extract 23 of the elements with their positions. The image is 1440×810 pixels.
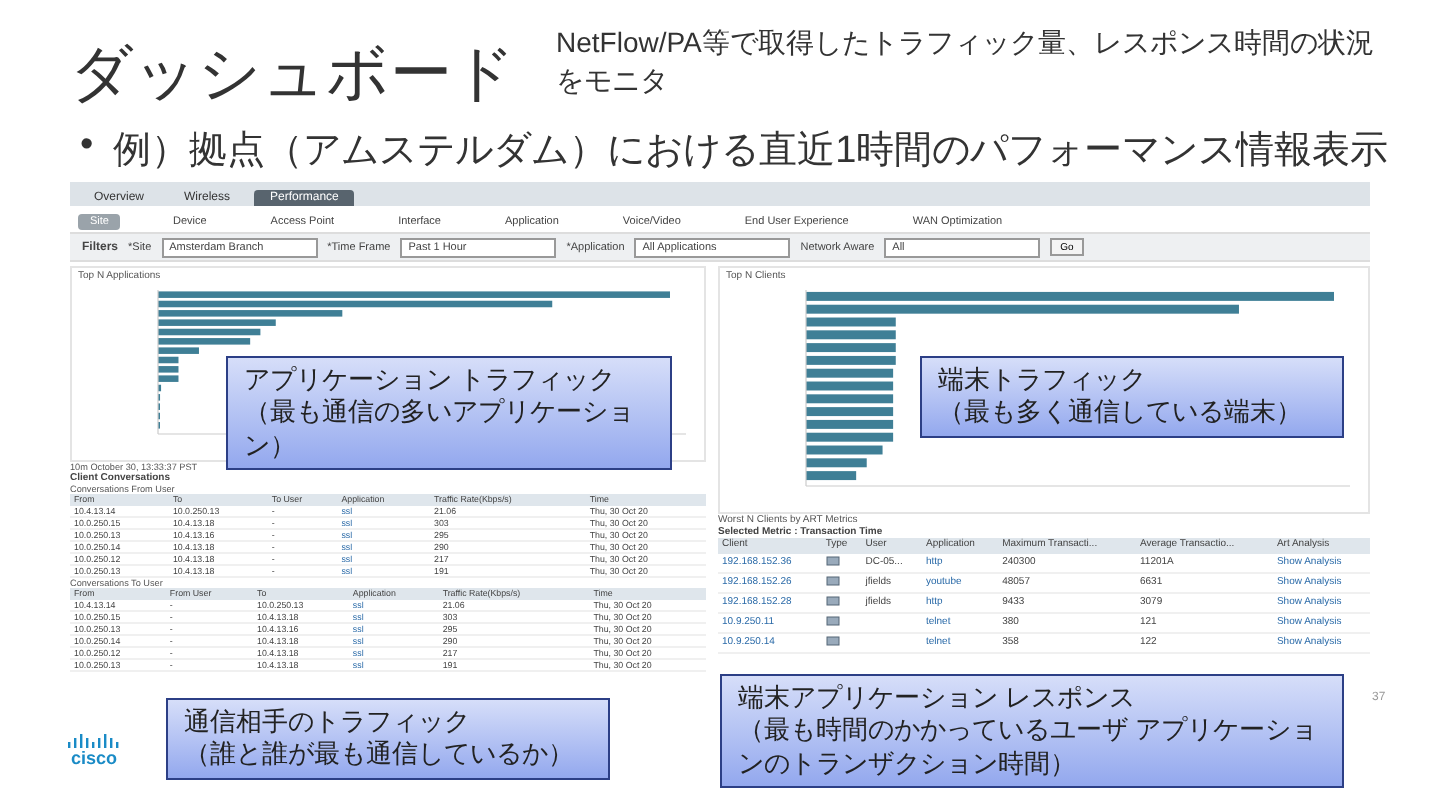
bullet-text: 例）拠点（アムステルダム）における直近1時間のパフォーマンス情報表示	[113, 128, 1389, 176]
chart-bar	[806, 445, 883, 455]
chart-bar	[806, 317, 896, 327]
chart-bar	[806, 458, 867, 468]
callout-heading: 端末トラフィック	[938, 364, 1148, 397]
callout-heading: 端末アプリケーション レスポンス	[738, 682, 1138, 715]
callout-text: （最も時間のかかっているユーザ アプリケーションのトランザクション時間）	[738, 714, 1320, 780]
callout-text: （最も多く通信している端末）	[938, 396, 1304, 429]
chart-bar	[806, 432, 894, 442]
chart-bar	[806, 368, 894, 378]
callout-text: （最も通信の多いアプリケーション）	[244, 396, 636, 462]
callout-heading: アプリケーション トラフィック	[244, 364, 618, 397]
chart-bar	[806, 381, 894, 391]
logo-text: cisco	[70, 748, 117, 768]
chart-bar	[806, 394, 894, 404]
slide-subtitle: NetFlow/PA等で取得したトラフィック量、レスポンス時間の状況をモニタ	[556, 24, 1376, 100]
chart-bar	[806, 471, 857, 481]
callout-heading: 通信相手のトラフィック	[184, 706, 472, 739]
slide-title: ダッシュボード	[70, 36, 516, 112]
chart-bar	[806, 330, 896, 340]
logo-icon	[66, 732, 122, 748]
callout-text: （誰と誰が最も通信しているか）	[184, 738, 576, 771]
bullet: •	[80, 124, 94, 170]
